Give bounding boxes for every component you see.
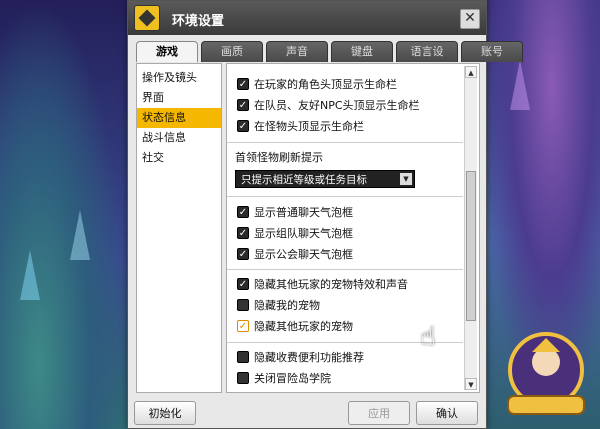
checkbox-checked-icon[interactable]: ✓	[237, 248, 249, 260]
settings-sidebar: 操作及镜头 界面 状态信息 战斗信息 社交	[136, 63, 222, 393]
sidebar-item-combat-info[interactable]: 战斗信息	[137, 128, 221, 148]
checkbox-checked-icon[interactable]: ✓	[237, 78, 249, 90]
boss-refresh-dropdown[interactable]: 只提示相近等级或任务目标 ▼	[235, 170, 415, 188]
option-hide-my-pet[interactable]: 隐藏我的宠物	[237, 297, 320, 313]
settings-content-panel: ✓ 在玩家的角色头顶显示生命栏 ✓ 在队员、友好NPC头顶显示生命栏 ✓ 在怪物…	[226, 63, 480, 393]
checkbox-checked-icon[interactable]: ✓	[237, 99, 249, 111]
sidebar-item-status-info[interactable]: 状态信息	[137, 108, 221, 128]
option-label: 在队员、友好NPC头顶显示生命栏	[254, 99, 420, 112]
sidebar-item-controls-camera[interactable]: 操作及镜头	[137, 68, 221, 88]
option-hide-paid-recommend[interactable]: 隐藏收费便利功能推荐	[237, 349, 364, 365]
option-label: 隐藏我的宠物	[254, 299, 320, 312]
chevron-down-icon[interactable]: ▼	[400, 173, 412, 185]
option-label: 隐藏其他玩家的宠物特效和声音	[254, 278, 408, 291]
checkbox-checked-icon[interactable]: ✓	[237, 120, 249, 132]
option-label: 显示组队聊天气泡框	[254, 227, 353, 240]
option-hide-other-pet-effects[interactable]: ✓ 隐藏其他玩家的宠物特效和声音	[237, 276, 408, 292]
option-label: 在玩家的角色头顶显示生命栏	[254, 78, 397, 91]
scrollbar-thumb[interactable]	[466, 171, 476, 321]
checkbox-unchecked-icon[interactable]	[237, 372, 249, 384]
section-divider	[227, 142, 463, 143]
window-title: 环境设置	[172, 14, 225, 29]
sidebar-item-interface[interactable]: 界面	[137, 88, 221, 108]
tab-keyboard[interactable]: 键盘	[331, 41, 393, 62]
title-bar[interactable]: 环境设置 ✕	[128, 1, 486, 35]
tab-account[interactable]: 账号	[461, 41, 523, 62]
confirm-button[interactable]: 确认	[416, 401, 478, 425]
tab-graphics[interactable]: 画质	[201, 41, 263, 62]
crystal-shape	[70, 210, 90, 260]
option-chat-normal[interactable]: ✓ 显示普通聊天气泡框	[237, 204, 353, 220]
checkbox-unchecked-icon[interactable]	[237, 351, 249, 363]
close-button[interactable]: ✕	[460, 9, 480, 29]
option-label: 隐藏其他玩家的宠物	[254, 320, 353, 333]
option-close-academy[interactable]: 关闭冒险岛学院	[237, 370, 331, 386]
option-label: 在怪物头顶显示生命栏	[254, 120, 364, 133]
scroll-down-icon[interactable]: ▼	[465, 378, 477, 390]
tab-bar: 游戏 画质 声音 键盘 语言设置 账号	[136, 41, 523, 78]
scrollbar[interactable]: ▲ ▼	[464, 66, 477, 390]
sidebar-item-social[interactable]: 社交	[137, 148, 221, 168]
boss-refresh-label: 首领怪物刷新提示	[235, 151, 323, 164]
dropdown-selected-value: 只提示相近等级或任务目标	[241, 174, 367, 186]
option-label: 关闭冒险岛学院	[254, 372, 331, 385]
option-chat-guild[interactable]: ✓ 显示公会聊天气泡框	[237, 246, 353, 262]
reset-button[interactable]: 初始化	[134, 401, 196, 425]
section-divider	[227, 269, 463, 270]
option-hp-party-npc[interactable]: ✓ 在队员、友好NPC头顶显示生命栏	[237, 97, 420, 113]
apply-button[interactable]: 应用	[348, 401, 410, 425]
section-divider	[227, 196, 463, 197]
checkbox-checked-icon[interactable]: ✓	[237, 227, 249, 239]
option-hp-monster[interactable]: ✓ 在怪物头顶显示生命栏	[237, 118, 364, 134]
crystal-shape	[510, 60, 530, 110]
settings-app-icon	[134, 5, 160, 31]
hand-cursor-icon: ☝	[420, 322, 436, 352]
checkbox-unchecked-icon[interactable]	[237, 299, 249, 311]
checkbox-checked-icon[interactable]: ✓	[237, 206, 249, 218]
game-background-left	[0, 0, 130, 429]
option-hp-player[interactable]: ✓ 在玩家的角色头顶显示生命栏	[237, 76, 397, 92]
option-chat-party[interactable]: ✓ 显示组队聊天气泡框	[237, 225, 353, 241]
tab-sound[interactable]: 声音	[266, 41, 328, 62]
game-logo-emblem	[507, 332, 585, 415]
option-label: 隐藏收费便利功能推荐	[254, 351, 364, 364]
option-label: 显示公会聊天气泡框	[254, 248, 353, 261]
checkbox-checked-icon[interactable]: ✓	[237, 320, 249, 332]
settings-window: 环境设置 ✕ 游戏 画质 声音 键盘 语言设置 账号 操作及镜头 界面 状态信息…	[127, 0, 523, 429]
option-label: 显示普通聊天气泡框	[254, 206, 353, 219]
scroll-up-icon[interactable]: ▲	[465, 66, 477, 78]
option-hide-other-pets[interactable]: ✓ 隐藏其他玩家的宠物	[237, 318, 353, 334]
crystal-shape	[20, 250, 40, 300]
tab-language[interactable]: 语言设置	[396, 41, 458, 78]
tab-game[interactable]: 游戏	[136, 41, 198, 62]
checkbox-checked-icon[interactable]: ✓	[237, 278, 249, 290]
